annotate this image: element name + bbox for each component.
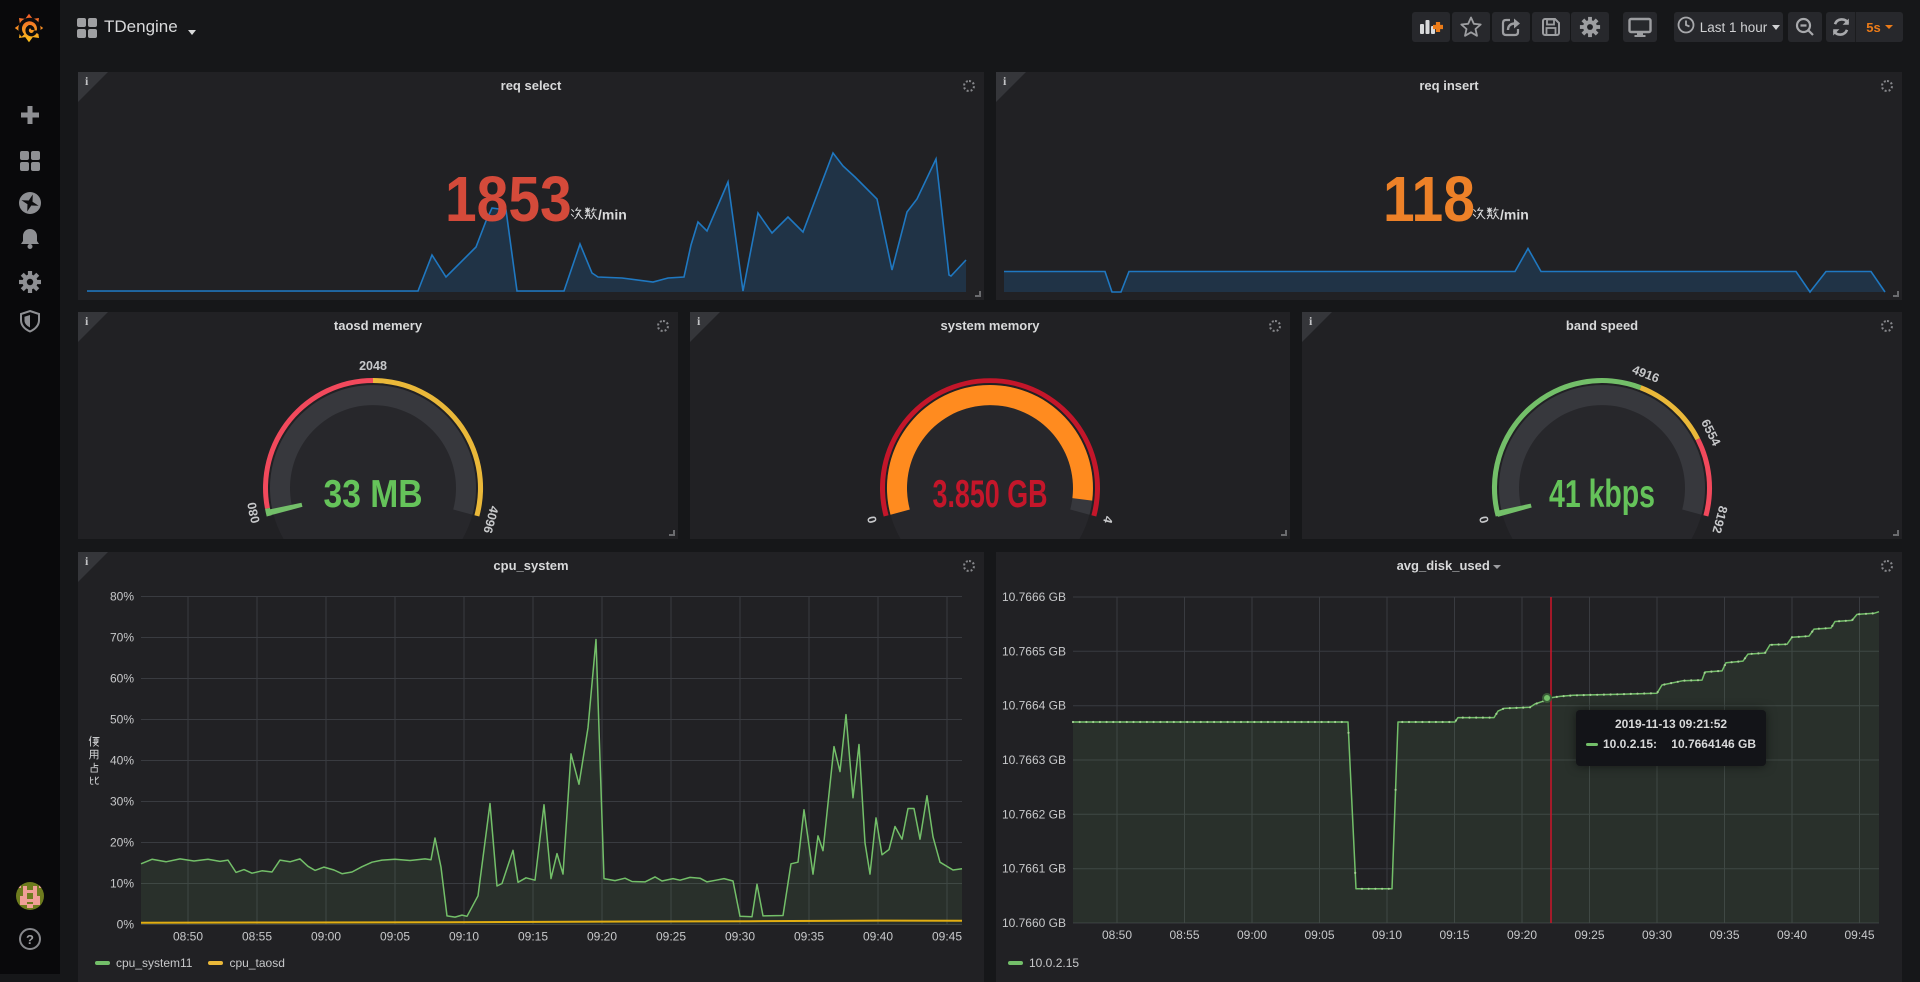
svg-text:10.7663 GB: 10.7663 GB <box>1002 753 1066 767</box>
svg-text:09:25: 09:25 <box>656 930 686 944</box>
svg-text:4916: 4916 <box>1630 363 1661 386</box>
svg-text:09:00: 09:00 <box>311 930 341 944</box>
svg-text:2048: 2048 <box>359 359 387 373</box>
svg-text:09:45: 09:45 <box>932 930 962 944</box>
svg-text:/min: /min <box>598 207 627 223</box>
svg-text:4096: 4096 <box>480 504 501 535</box>
svg-text:10.7660 GB: 10.7660 GB <box>1002 916 1066 930</box>
svg-text:09:40: 09:40 <box>1777 928 1807 942</box>
svg-text:08:50: 08:50 <box>173 930 203 944</box>
svg-text:41 kbps: 41 kbps <box>1549 473 1655 516</box>
svg-text:09:15: 09:15 <box>1439 928 1469 942</box>
svg-text:3.850 GB: 3.850 GB <box>933 473 1048 516</box>
svg-text:09:30: 09:30 <box>725 930 755 944</box>
svg-text:09:00: 09:00 <box>1237 928 1267 942</box>
svg-text:10.7661 GB: 10.7661 GB <box>1002 862 1066 876</box>
svg-text:0: 0 <box>1477 514 1492 524</box>
svg-text:09:10: 09:10 <box>1372 928 1402 942</box>
svg-text:09:30: 09:30 <box>1642 928 1672 942</box>
svg-text:4: 4 <box>1100 514 1115 524</box>
svg-text:0: 0 <box>865 514 880 524</box>
svg-text:33 MB: 33 MB <box>324 473 423 516</box>
svg-text:09:05: 09:05 <box>380 930 410 944</box>
svg-text:10%: 10% <box>110 877 134 891</box>
svg-text:20%: 20% <box>110 836 134 850</box>
svg-text:10.7666 GB: 10.7666 GB <box>1002 590 1066 604</box>
svg-text:09:20: 09:20 <box>587 930 617 944</box>
svg-text:1853: 1853 <box>445 163 572 230</box>
svg-text:60%: 60% <box>110 672 134 686</box>
svg-text:30%: 30% <box>110 795 134 809</box>
svg-text:/min: /min <box>1500 207 1529 223</box>
svg-text:09:20: 09:20 <box>1507 928 1537 942</box>
svg-text:10.7662 GB: 10.7662 GB <box>1002 807 1066 821</box>
svg-text:08:55: 08:55 <box>1169 928 1199 942</box>
svg-text:80: 80 <box>245 501 261 517</box>
svg-text:09:10: 09:10 <box>449 930 479 944</box>
svg-text:09:45: 09:45 <box>1844 928 1874 942</box>
svg-text:08:50: 08:50 <box>1102 928 1132 942</box>
svg-text:09:05: 09:05 <box>1304 928 1334 942</box>
svg-text:09:35: 09:35 <box>1709 928 1739 942</box>
svg-text:09:35: 09:35 <box>794 930 824 944</box>
svg-text:40%: 40% <box>110 754 134 768</box>
svg-text:50%: 50% <box>110 713 134 727</box>
svg-text:10.7664 GB: 10.7664 GB <box>1002 699 1066 713</box>
svg-text:80%: 80% <box>110 590 134 604</box>
svg-text:118: 118 <box>1383 163 1475 230</box>
svg-text:09:40: 09:40 <box>863 930 893 944</box>
svg-text:0%: 0% <box>117 918 135 932</box>
svg-text:10.7665 GB: 10.7665 GB <box>1002 644 1066 658</box>
svg-text:70%: 70% <box>110 631 134 645</box>
svg-text:09:25: 09:25 <box>1574 928 1604 942</box>
svg-text:09:15: 09:15 <box>518 930 548 944</box>
svg-text:08:55: 08:55 <box>242 930 272 944</box>
svg-text:8192: 8192 <box>1709 504 1730 535</box>
